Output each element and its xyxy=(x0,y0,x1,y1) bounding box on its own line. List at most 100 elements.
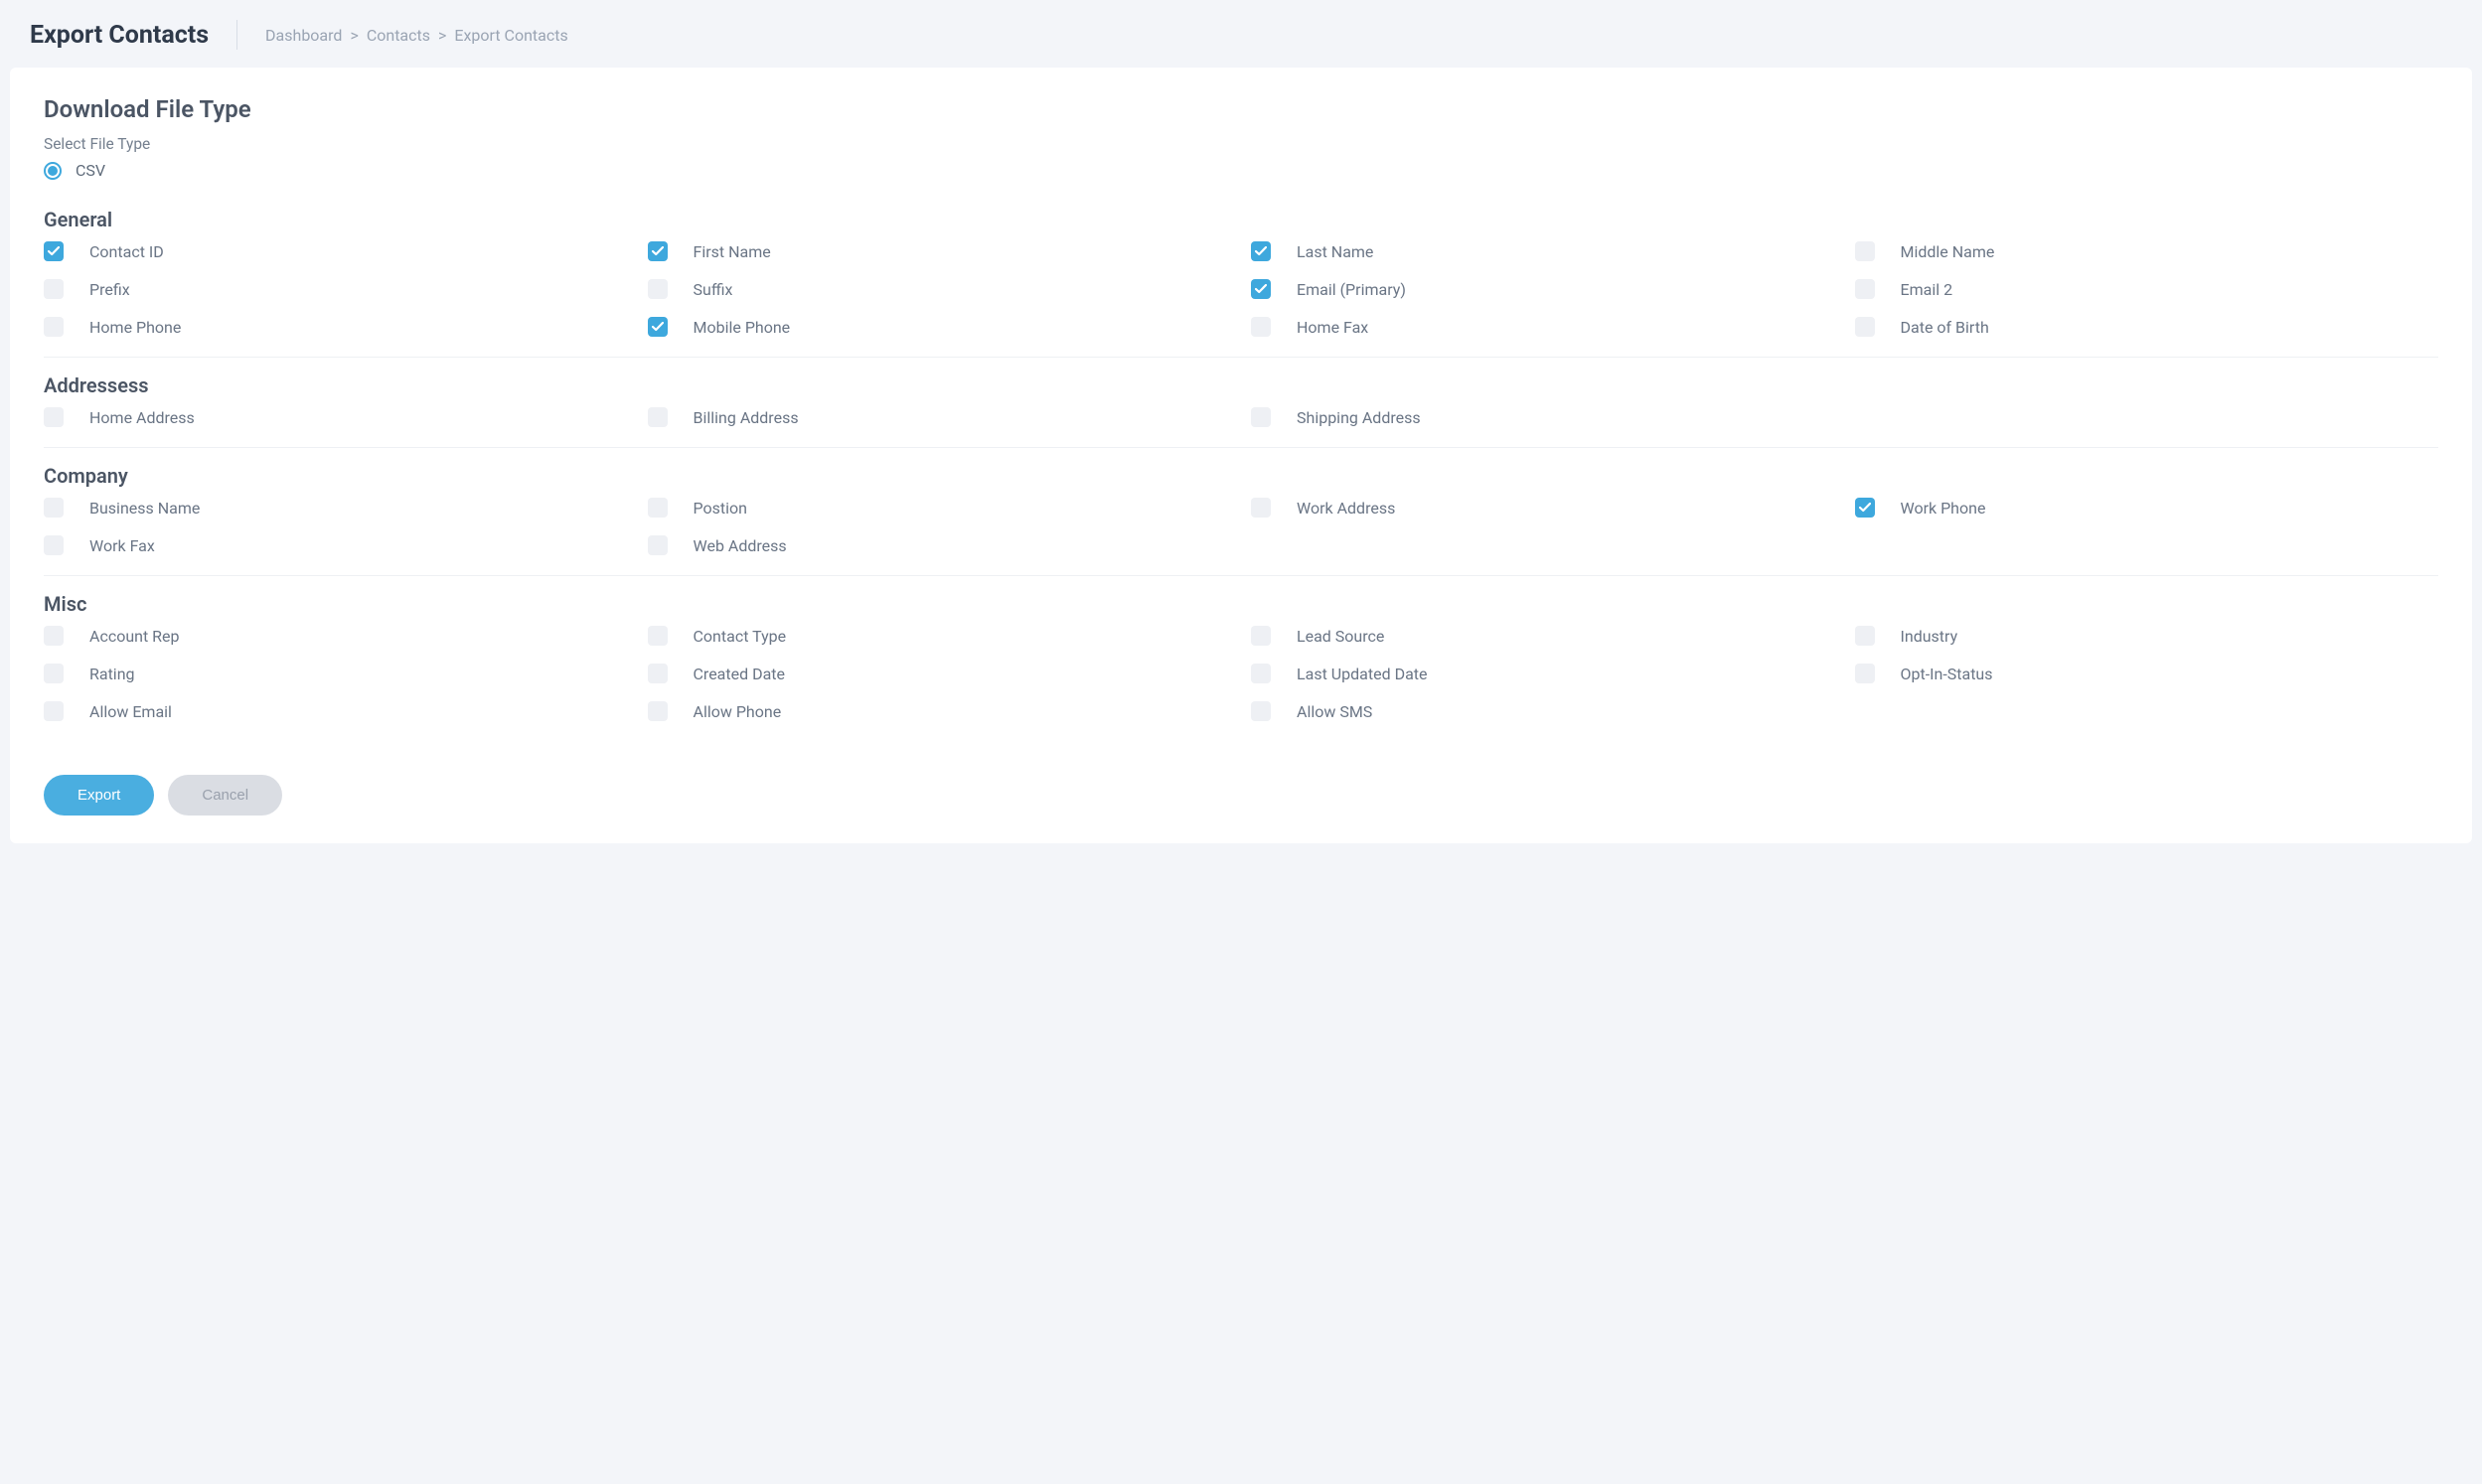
field-label-lead-source: Lead Source xyxy=(1297,627,1384,646)
checkbox-allow-email[interactable] xyxy=(44,701,64,721)
download-file-type-title: Download File Type xyxy=(44,95,2438,123)
breadcrumb-item-contacts[interactable]: Contacts xyxy=(367,26,430,45)
group-title-general: General xyxy=(44,208,2438,231)
field-row-account-rep: Account Rep xyxy=(44,626,628,646)
checkbox-industry[interactable] xyxy=(1855,626,1875,646)
field-label-created-date: Created Date xyxy=(694,665,786,683)
group-misc: Misc Account Rep Contact Type Lead Source In… xyxy=(44,592,2438,741)
chevron-right-icon: > xyxy=(438,26,446,45)
field-label-billing-address: Billing Address xyxy=(694,408,799,427)
checkbox-home-phone[interactable] xyxy=(44,317,64,337)
checkbox-work-phone[interactable] xyxy=(1855,498,1875,518)
field-row-last-name: Last Name xyxy=(1251,241,1835,261)
group-title-misc: Misc xyxy=(44,592,2438,616)
field-label-last-updated-date: Last Updated Date xyxy=(1297,665,1428,683)
checkbox-web-address[interactable] xyxy=(648,535,668,555)
group-company: CompanyBusiness NamePostionWork AddressW… xyxy=(44,464,2438,576)
field-row-email-2: Email 2 xyxy=(1855,279,2439,299)
field-label-opt-in-status: Opt-In-Status xyxy=(1901,665,1993,683)
field-row-billing-address: Billing Address xyxy=(648,407,1232,427)
select-file-type-label: Select File Type xyxy=(44,135,2438,153)
field-row-industry: Industry xyxy=(1855,626,2439,646)
field-row-web-address: Web Address xyxy=(648,535,1232,555)
checkbox-mobile-phone[interactable] xyxy=(648,317,668,337)
checkbox-email-primary[interactable] xyxy=(1251,279,1271,299)
checkbox-prefix[interactable] xyxy=(44,279,64,299)
field-label-home-phone: Home Phone xyxy=(89,318,181,337)
field-label-shipping-address: Shipping Address xyxy=(1297,408,1421,427)
checkbox-account-rep[interactable] xyxy=(44,626,64,646)
field-groups: General Contact ID First Name Last Name Midd… xyxy=(44,208,2438,741)
field-label-first-name: First Name xyxy=(694,242,771,261)
checkbox-email-2[interactable] xyxy=(1855,279,1875,299)
group-addresses: AddressessHome AddressBilling AddressShi… xyxy=(44,373,2438,448)
radio-dot-icon xyxy=(48,166,58,176)
cancel-button[interactable]: Cancel xyxy=(168,775,282,816)
action-bar: Export Cancel xyxy=(44,775,2438,816)
checkbox-last-updated-date[interactable] xyxy=(1251,664,1271,683)
checkbox-middle-name[interactable] xyxy=(1855,241,1875,261)
field-row-home-phone: Home Phone xyxy=(44,317,628,337)
field-row-work-address: Work Address xyxy=(1251,498,1835,518)
breadcrumb-item-dashboard[interactable]: Dashboard xyxy=(265,26,342,45)
field-label-work-phone: Work Phone xyxy=(1901,499,1986,518)
chevron-right-icon: > xyxy=(350,26,358,45)
field-row-rating: Rating xyxy=(44,664,628,683)
page: Export Contacts Dashboard > Contacts > E… xyxy=(0,0,2482,853)
group-grid-company: Business NamePostionWork AddressWork Pho… xyxy=(44,498,2438,576)
field-row-lead-source: Lead Source xyxy=(1251,626,1835,646)
checkbox-suffix[interactable] xyxy=(648,279,668,299)
checkbox-lead-source[interactable] xyxy=(1251,626,1271,646)
field-row-contact-id: Contact ID xyxy=(44,241,628,261)
checkbox-shipping-address[interactable] xyxy=(1251,407,1271,427)
field-row-first-name: First Name xyxy=(648,241,1232,261)
checkbox-last-name[interactable] xyxy=(1251,241,1271,261)
group-grid-general: Contact ID First Name Last Name Middle Name… xyxy=(44,241,2438,358)
checkbox-date-of-birth[interactable] xyxy=(1855,317,1875,337)
checkbox-postion[interactable] xyxy=(648,498,668,518)
field-label-home-address: Home Address xyxy=(89,408,195,427)
checkbox-allow-phone[interactable] xyxy=(648,701,668,721)
field-row-home-fax: Home Fax xyxy=(1251,317,1835,337)
field-row-allow-sms: Allow SMS xyxy=(1251,701,1835,721)
file-type-radio-row: CSV xyxy=(44,161,2438,180)
export-button[interactable]: Export xyxy=(44,775,154,816)
group-grid-misc: Account Rep Contact Type Lead Source Indust… xyxy=(44,626,2438,741)
field-row-home-address: Home Address xyxy=(44,407,628,427)
checkbox-work-fax[interactable] xyxy=(44,535,64,555)
field-label-contact-type: Contact Type xyxy=(694,627,787,646)
field-label-suffix: Suffix xyxy=(694,280,733,299)
field-row-suffix: Suffix xyxy=(648,279,1232,299)
checkbox-billing-address[interactable] xyxy=(648,407,668,427)
field-row-middle-name: Middle Name xyxy=(1855,241,2439,261)
checkbox-rating[interactable] xyxy=(44,664,64,683)
checkbox-home-fax[interactable] xyxy=(1251,317,1271,337)
checkbox-allow-sms[interactable] xyxy=(1251,701,1271,721)
export-card: Download File Type Select File Type CSV … xyxy=(10,68,2472,843)
group-grid-addresses: Home Address Billing Address Shipping Addr… xyxy=(44,407,2438,448)
checkbox-contact-id[interactable] xyxy=(44,241,64,261)
header-divider xyxy=(236,20,237,50)
checkbox-contact-type[interactable] xyxy=(648,626,668,646)
checkbox-created-date[interactable] xyxy=(648,664,668,683)
checkbox-first-name[interactable] xyxy=(648,241,668,261)
checkbox-opt-in-status[interactable] xyxy=(1855,664,1875,683)
field-row-contact-type: Contact Type xyxy=(648,626,1232,646)
field-label-email-2: Email 2 xyxy=(1901,280,1953,299)
field-row-date-of-birth: Date of Birth xyxy=(1855,317,2439,337)
field-label-date-of-birth: Date of Birth xyxy=(1901,318,1989,337)
field-label-work-address: Work Address xyxy=(1297,499,1395,518)
checkbox-business-name[interactable] xyxy=(44,498,64,518)
field-row-prefix: Prefix xyxy=(44,279,628,299)
field-row-business-name: Business Name xyxy=(44,498,628,518)
checkbox-home-address[interactable] xyxy=(44,407,64,427)
field-label-last-name: Last Name xyxy=(1297,242,1373,261)
breadcrumb: Dashboard > Contacts > Export Contacts xyxy=(265,26,568,45)
field-label-allow-sms: Allow SMS xyxy=(1297,702,1372,721)
file-type-radio-csv[interactable] xyxy=(44,162,62,180)
checkbox-work-address[interactable] xyxy=(1251,498,1271,518)
field-label-home-fax: Home Fax xyxy=(1297,318,1368,337)
field-row-last-updated-date: Last Updated Date xyxy=(1251,664,1835,683)
field-label-work-fax: Work Fax xyxy=(89,536,155,555)
field-label-contact-id: Contact ID xyxy=(89,242,164,261)
